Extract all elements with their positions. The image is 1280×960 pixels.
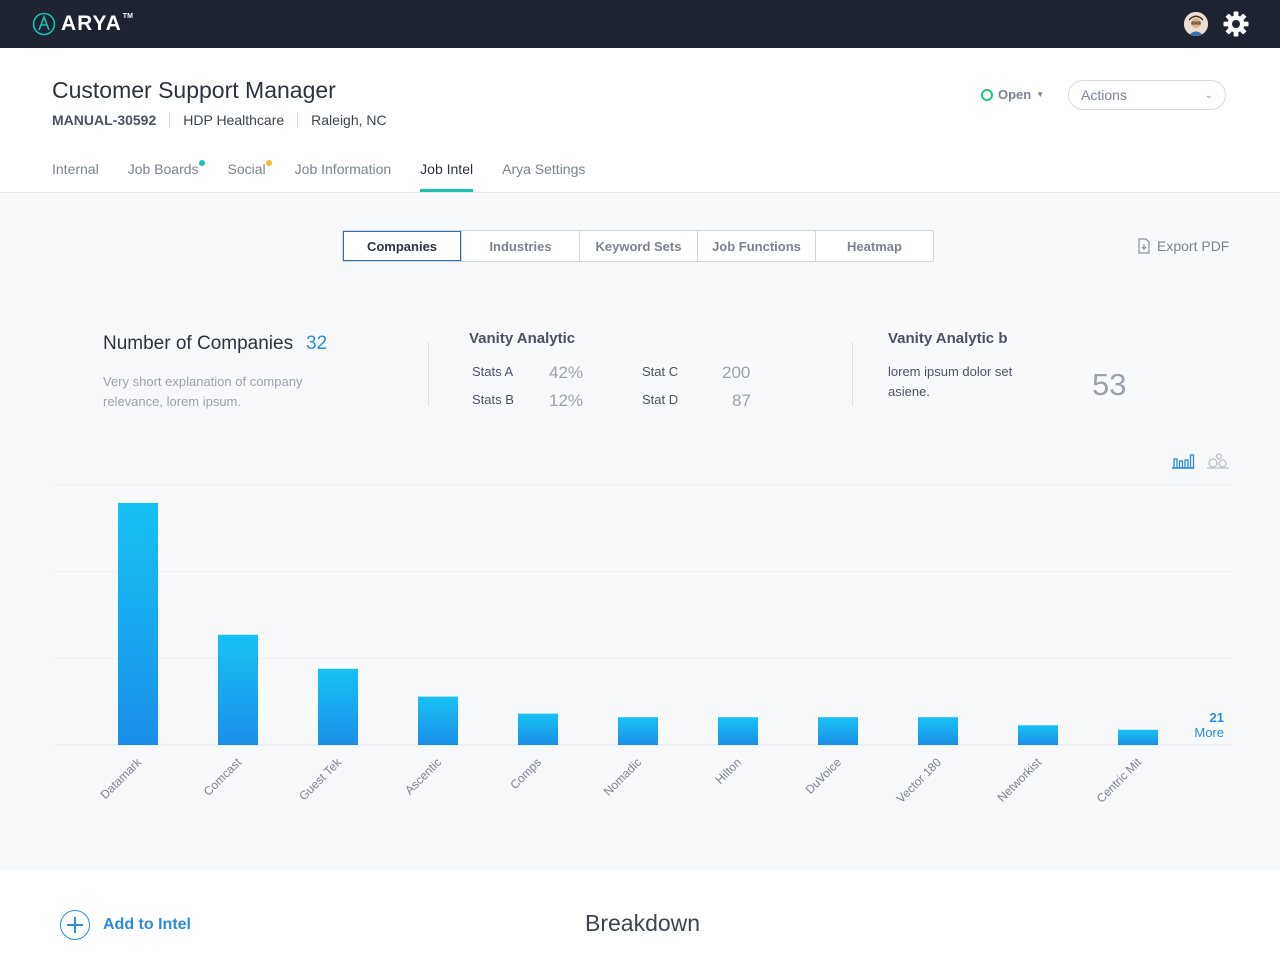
companies-count-value: 32 (306, 333, 328, 354)
tab-job-information[interactable]: Job Information (295, 152, 392, 192)
tab-social[interactable]: Social (227, 152, 272, 192)
vanity-analytic-b-value: 53 (1092, 367, 1127, 402)
x-tick-label: Vector 180 (894, 755, 945, 806)
bar-datamark[interactable] (118, 502, 158, 745)
download-file-icon (1138, 238, 1150, 254)
segment-heatmap[interactable]: Heatmap (815, 231, 933, 261)
x-tick-label: Comps (507, 755, 544, 792)
stat-c-value: 200 (722, 363, 751, 382)
tab-arya-settings[interactable]: Arya Settings (502, 152, 585, 192)
export-pdf-button[interactable]: Export PDF (1137, 238, 1229, 254)
add-to-intel-button[interactable]: Add to Intel (60, 910, 191, 940)
actions-dropdown[interactable]: Actions ⌄ (1068, 80, 1226, 110)
user-avatar[interactable] (1184, 12, 1208, 36)
more-count: 21 (1209, 710, 1224, 725)
gear-icon[interactable] (1223, 11, 1249, 37)
app-name: ARYA (61, 12, 122, 35)
companies-count-description: Very short explanation of company releva… (103, 374, 303, 409)
tab-label: Job Intel (420, 161, 474, 177)
x-tick-label: Guest Tek (296, 755, 345, 804)
bar-nomadic[interactable] (618, 717, 658, 745)
card-divider (428, 342, 429, 406)
tab-label: Internal (52, 161, 99, 177)
x-tick-label: Comcast (201, 755, 245, 799)
stat-a-value: 42% (549, 363, 584, 382)
status-indicator-icon (981, 88, 993, 101)
status-dropdown[interactable]: Open ▼ (981, 87, 1044, 102)
notification-dot (198, 160, 205, 166)
stat-b-label: Stats B (472, 392, 514, 407)
job-company: HDP Healthcare (183, 112, 285, 128)
bar-guest-tek[interactable] (318, 668, 358, 745)
segment-keyword-sets[interactable]: Keyword Sets (579, 231, 697, 261)
x-tick-label: DuVoice (803, 755, 845, 797)
x-tick-label: Centric Mit (1094, 755, 1145, 806)
tab-job-intel[interactable]: Job Intel (420, 152, 473, 192)
vanity-analytic-title: Vanity Analytic (469, 330, 576, 347)
bar-networkist[interactable] (1018, 725, 1058, 745)
stat-c-label: Stat C (642, 364, 679, 379)
intel-category-switcher: Companies Industries Keyword Sets Job Fu… (342, 230, 934, 262)
plus-circle-icon (60, 910, 90, 940)
bar-vector-180[interactable] (918, 717, 958, 745)
bar-comcast[interactable] (218, 634, 258, 745)
vanity-analytic-b-title: Vanity Analytic b (888, 330, 1008, 347)
job-meta: MANUAL-30592 HDP Healthcare Raleigh, NC (52, 112, 387, 128)
job-tabs: Internal Job Boards Social Job Informati… (52, 152, 614, 192)
arya-logo-icon (32, 12, 56, 36)
bar-chart-icon[interactable] (1171, 452, 1195, 470)
trademark: TM (122, 12, 133, 20)
tab-label: Job Boards (127, 161, 199, 177)
stat-d-value: 87 (732, 391, 751, 410)
tab-internal[interactable]: Internal (52, 152, 99, 192)
tab-label: Job Information (294, 161, 392, 177)
companies-bar-chart: Datamark Comcast Guest Tek Ascentic Comps Nom… (55, 484, 1232, 806)
top-bar: ARYA TM (0, 0, 1280, 48)
meta-divider (169, 112, 171, 128)
status-label: Open (998, 87, 1032, 102)
segment-industries[interactable]: Industries (461, 231, 579, 261)
vanity-analytic-b-description: lorem ipsum dolor set asiene. (888, 364, 1013, 399)
x-tick-label: Nomadic (601, 755, 644, 798)
x-tick-label: Networkist (995, 755, 1045, 805)
bar-duvoice[interactable] (818, 717, 858, 745)
more-label: More (1194, 725, 1224, 740)
stat-b-value: 12% (549, 391, 584, 410)
bar-ascentic[interactable] (418, 696, 458, 745)
bar-comps[interactable] (518, 713, 558, 745)
avatar-icon (1184, 12, 1208, 36)
stat-d-label: Stat D (642, 392, 679, 407)
stat-a-label: Stats A (472, 364, 514, 379)
x-tick-label: Ascentic (402, 755, 444, 797)
job-id: MANUAL-30592 (52, 112, 157, 128)
arya-logo[interactable]: ARYA TM (32, 11, 133, 37)
actions-label: Actions (1081, 87, 1127, 103)
tab-job-boards[interactable]: Job Boards (127, 152, 205, 192)
x-tick-label: Datamark (97, 755, 144, 802)
bubble-chart-icon[interactable] (1206, 452, 1230, 470)
chevron-down-icon: ⌄ (1204, 89, 1213, 101)
export-pdf-label: Export PDF (1157, 238, 1230, 254)
add-to-intel-label: Add to Intel (103, 916, 191, 933)
segment-job-functions[interactable]: Job Functions (697, 231, 815, 261)
breakdown-title: Breakdown (585, 910, 701, 936)
tab-label: Social (227, 161, 266, 177)
segment-companies[interactable]: Companies (343, 231, 461, 261)
meta-divider (297, 112, 299, 128)
job-title: Customer Support Manager (52, 77, 336, 103)
tab-label: Arya Settings (502, 161, 586, 177)
companies-count-title: Number of Companies (103, 333, 294, 354)
notification-dot (265, 160, 272, 166)
card-divider (852, 342, 853, 406)
x-tick-label: Hilton (713, 755, 745, 787)
bar-centric-mit[interactable] (1118, 729, 1158, 745)
caret-down-icon: ▼ (1036, 90, 1045, 99)
more-companies-link[interactable]: 21 More (1176, 710, 1224, 740)
bar-hilton[interactable] (718, 717, 758, 745)
job-location: Raleigh, NC (311, 112, 387, 128)
